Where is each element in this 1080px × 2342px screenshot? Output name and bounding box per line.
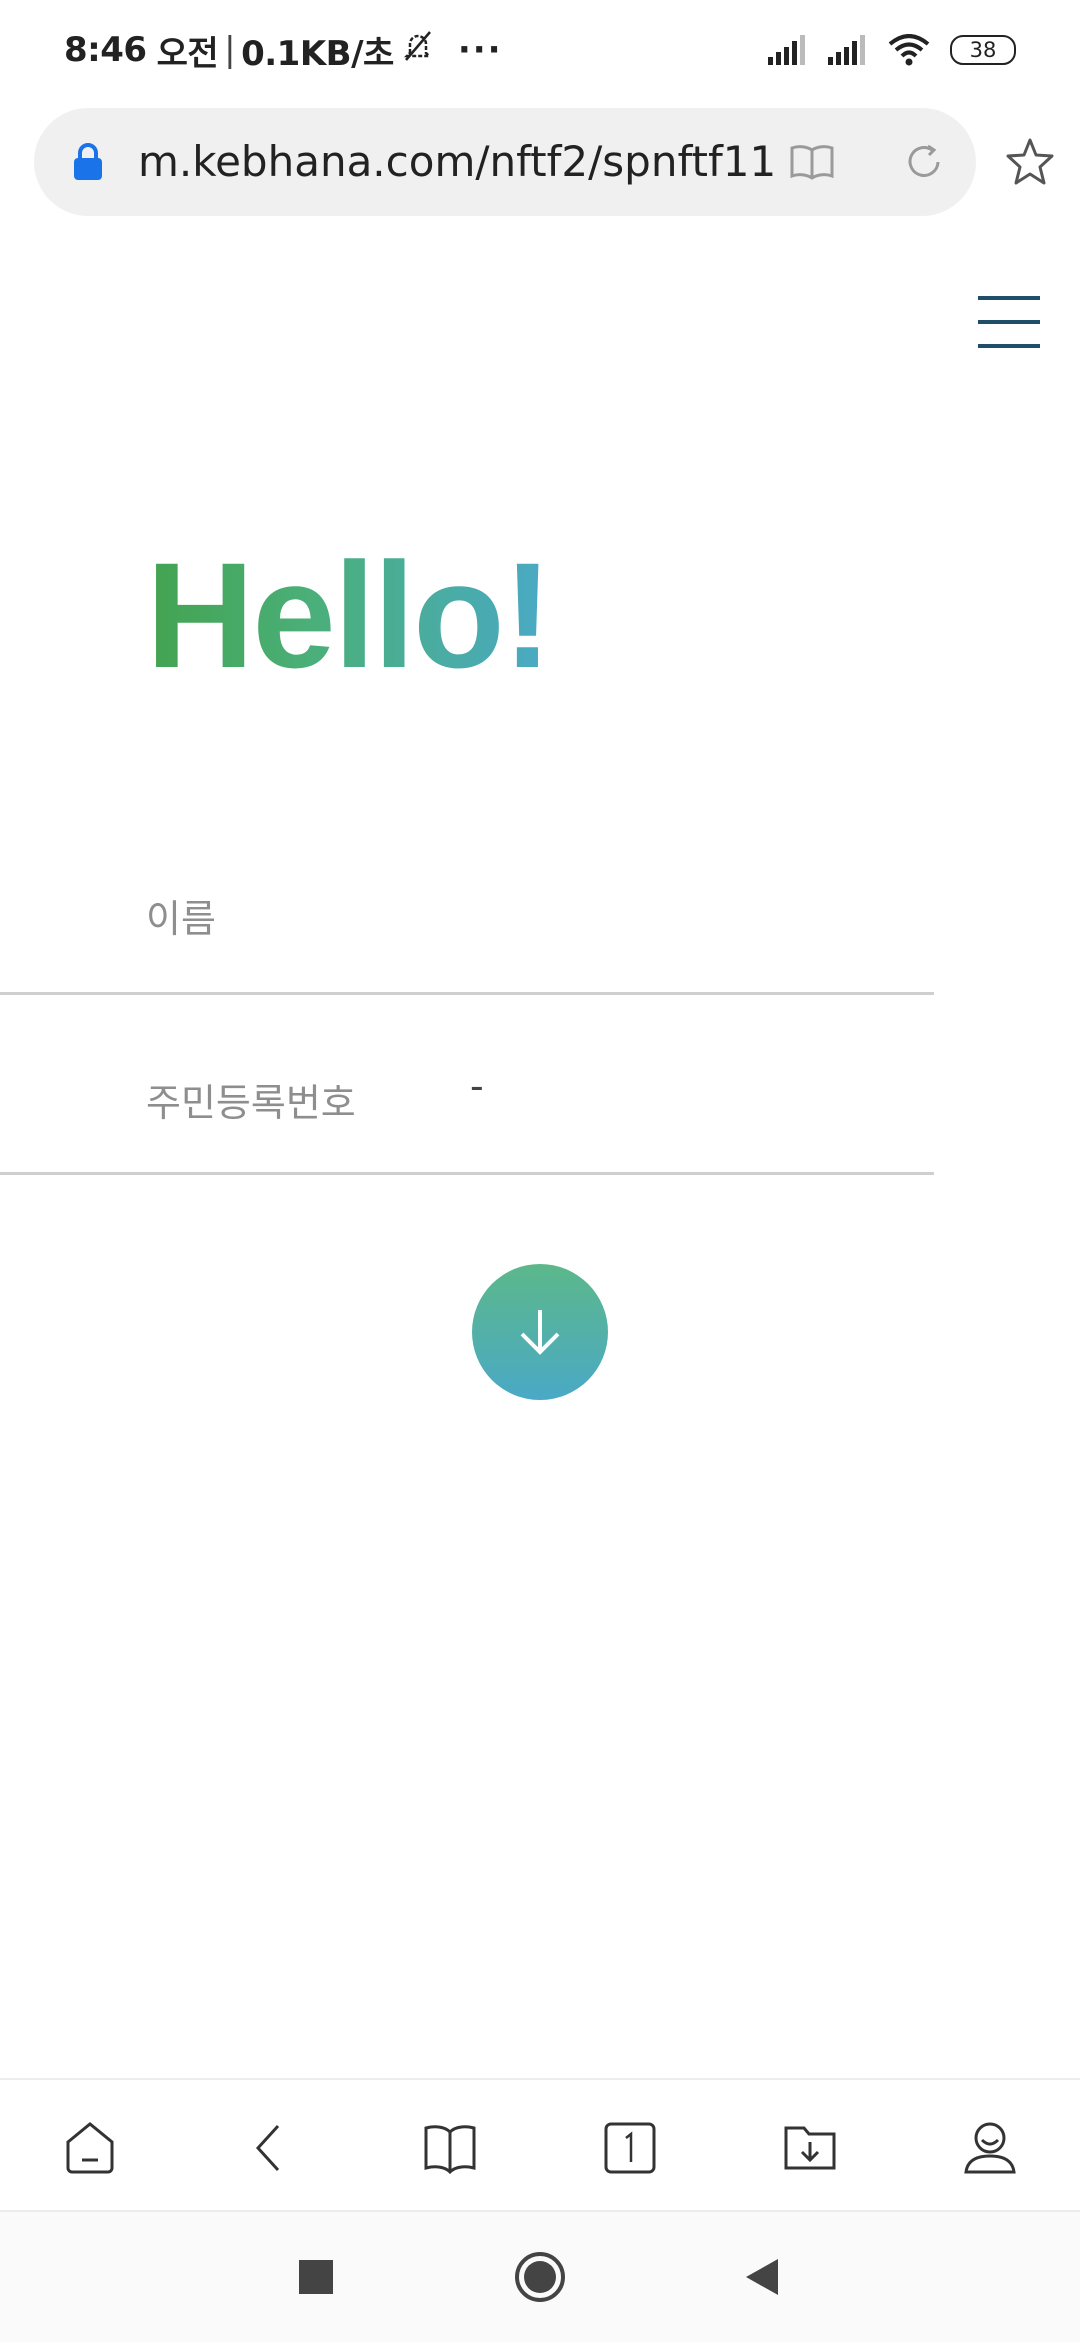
status-ampm: 오전: [156, 33, 219, 74]
home-icon[interactable]: [60, 2118, 120, 2178]
status-separator: |: [224, 30, 236, 70]
browser-toolbar: [0, 2078, 1080, 2212]
back-triangle-icon[interactable]: [742, 2257, 782, 2297]
resident-id-separator: -: [470, 1064, 484, 1108]
resident-id-field[interactable]: 주민등록번호 -: [0, 992, 934, 1175]
status-left: 8:46 오전 | 0.1KB/초 ···: [64, 26, 503, 74]
home-circle-icon[interactable]: [514, 2251, 566, 2303]
reader-mode-icon[interactable]: [788, 142, 836, 187]
signal-2-icon: [828, 35, 865, 65]
address-bar[interactable]: m.kebhana.com/nftf2/spnftf11: [34, 108, 976, 216]
battery-level: 38: [969, 38, 997, 62]
recents-square-icon[interactable]: [298, 2259, 334, 2295]
lock-icon: [72, 142, 104, 187]
status-bar: 8:46 오전 | 0.1KB/초 ··· 38: [0, 0, 1080, 100]
resident-id-label: 주민등록번호: [146, 1081, 356, 1125]
wifi-icon: [888, 34, 930, 66]
battery-indicator: 38: [950, 35, 1016, 65]
bookmark-star-icon[interactable]: [1004, 136, 1056, 193]
arrow-down-icon: [520, 1310, 560, 1355]
page-title: Hello!: [146, 531, 553, 699]
url-text[interactable]: m.kebhana.com/nftf2/spnftf11: [138, 132, 774, 192]
bookmarks-icon[interactable]: [420, 2118, 480, 2178]
system-nav-bar: [0, 2210, 1080, 2342]
profile-icon[interactable]: [960, 2118, 1020, 2178]
downloads-folder-icon[interactable]: [780, 2118, 840, 2178]
status-right: 38: [768, 30, 1016, 70]
next-button[interactable]: [472, 1264, 608, 1400]
signal-1-icon: [768, 35, 805, 65]
more-notifications-icon: ···: [457, 30, 503, 70]
reload-icon[interactable]: [902, 140, 946, 189]
muted-bell-icon: [402, 29, 434, 72]
tabs-icon[interactable]: [600, 2118, 660, 2178]
network-speed: 0.1KB/초: [241, 33, 394, 74]
back-icon[interactable]: [240, 2118, 300, 2178]
name-field[interactable]: 이름: [0, 808, 934, 995]
name-label: 이름: [146, 897, 216, 941]
status-time: 8:46: [64, 30, 147, 70]
menu-hamburger-icon[interactable]: [978, 296, 1040, 348]
